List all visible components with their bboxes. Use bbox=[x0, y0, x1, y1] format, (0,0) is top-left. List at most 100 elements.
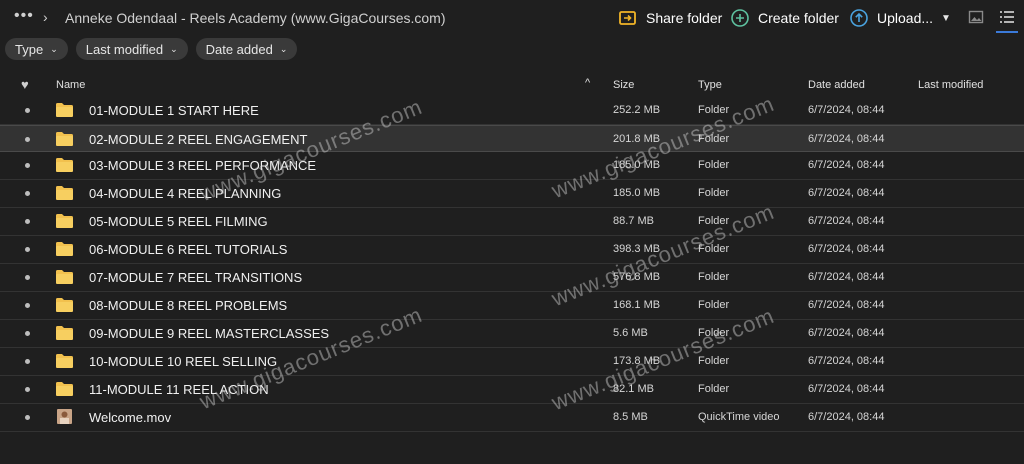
file-date-added: 6/7/2024, 08:44 bbox=[808, 215, 885, 227]
column-date-added[interactable]: Date added bbox=[808, 79, 865, 91]
chevron-down-icon: ⌄ bbox=[170, 43, 178, 54]
row-bullet bbox=[25, 387, 30, 392]
breadcrumb-separator: › bbox=[43, 9, 48, 25]
file-size: 5.6 MB bbox=[613, 327, 648, 339]
file-date-added: 6/7/2024, 08:44 bbox=[808, 327, 885, 339]
chevron-down-icon[interactable]: ▼ bbox=[941, 13, 951, 24]
file-size: 8.5 MB bbox=[613, 411, 648, 423]
upload-button[interactable]: Upload... ▼ bbox=[849, 8, 951, 28]
file-date-added: 6/7/2024, 08:44 bbox=[808, 187, 885, 199]
filter-date-added[interactable]: Date added ⌄ bbox=[195, 38, 298, 60]
row-bullet bbox=[25, 163, 30, 168]
row-bullet bbox=[25, 359, 30, 364]
file-size: 173.8 MB bbox=[613, 355, 661, 367]
table-row[interactable]: 07-MODULE 7 REEL TRANSITIONS 576.8 MB Fo… bbox=[0, 264, 1024, 292]
table-row[interactable]: 06-MODULE 6 REEL TUTORIALS 398.3 MB Fold… bbox=[0, 236, 1024, 264]
filter-last-modified[interactable]: Last modified ⌄ bbox=[75, 38, 188, 60]
file-date-added: 6/7/2024, 08:44 bbox=[808, 355, 885, 367]
column-name[interactable]: Name bbox=[56, 79, 85, 91]
file-type: Folder bbox=[698, 271, 730, 283]
file-name: 09-MODULE 9 REEL MASTERCLASSES bbox=[89, 326, 330, 341]
file-date-added: 6/7/2024, 08:44 bbox=[808, 104, 885, 116]
file-date-added: 6/7/2024, 08:44 bbox=[808, 159, 885, 171]
list-view-icon[interactable] bbox=[998, 9, 1016, 27]
active-view-indicator bbox=[996, 31, 1018, 33]
file-size: 185.0 MB bbox=[613, 159, 661, 171]
file-name: 10-MODULE 10 REEL SELLING bbox=[89, 354, 278, 369]
file-type: Folder bbox=[698, 215, 730, 227]
table-row[interactable]: 11-MODULE 11 REEL ACTION 82.1 MB Folder … bbox=[0, 376, 1024, 404]
share-folder-label: Share folder bbox=[646, 10, 723, 26]
file-size: 398.3 MB bbox=[613, 243, 661, 255]
breadcrumb-current-folder[interactable]: Anneke Odendaal - Reels Academy (www.Gig… bbox=[65, 10, 446, 26]
folder-icon bbox=[56, 186, 73, 200]
column-type[interactable]: Type bbox=[698, 79, 722, 91]
file-name: 04-MODULE 4 REEL PLANNING bbox=[89, 186, 282, 201]
file-name: 05-MODULE 5 REEL FILMING bbox=[89, 214, 268, 229]
file-size: 88.7 MB bbox=[613, 215, 654, 227]
file-name: Welcome.mov bbox=[89, 410, 172, 425]
folder-icon bbox=[56, 242, 73, 256]
file-size: 576.8 MB bbox=[613, 271, 661, 283]
column-header-row: ♥ Name ^ Size Type Date added Last modif… bbox=[0, 74, 1024, 96]
file-name: 07-MODULE 7 REEL TRANSITIONS bbox=[89, 270, 303, 285]
upload-arrow-icon bbox=[849, 8, 869, 28]
video-thumbnail-icon bbox=[57, 409, 72, 424]
table-row[interactable]: 09-MODULE 9 REEL MASTERCLASSES 5.6 MB Fo… bbox=[0, 320, 1024, 348]
file-type: Folder bbox=[698, 355, 730, 367]
file-name: 01-MODULE 1 START HERE bbox=[89, 103, 259, 118]
file-type: Folder bbox=[698, 133, 730, 145]
column-size[interactable]: Size bbox=[613, 79, 634, 91]
file-size: 168.1 MB bbox=[613, 299, 661, 311]
row-bullet bbox=[25, 303, 30, 308]
file-date-added: 6/7/2024, 08:44 bbox=[808, 271, 885, 283]
folder-icon bbox=[56, 382, 73, 396]
folder-icon bbox=[56, 103, 73, 117]
file-name: 03-MODULE 3 REEL PERFORMANCE bbox=[89, 158, 317, 173]
table-row[interactable]: 04-MODULE 4 REEL PLANNING 185.0 MB Folde… bbox=[0, 180, 1024, 208]
file-type: Folder bbox=[698, 243, 730, 255]
chevron-down-icon: ⌄ bbox=[279, 43, 288, 54]
table-row[interactable]: 03-MODULE 3 REEL PERFORMANCE 185.0 MB Fo… bbox=[0, 152, 1024, 180]
folder-icon bbox=[56, 326, 73, 340]
table-row[interactable]: 08-MODULE 8 REEL PROBLEMS 168.1 MB Folde… bbox=[0, 292, 1024, 320]
plus-circle-icon bbox=[730, 8, 750, 28]
file-date-added: 6/7/2024, 08:44 bbox=[808, 133, 885, 145]
folder-icon bbox=[56, 158, 73, 172]
file-name: 02-MODULE 2 REEL ENGAGEMENT bbox=[89, 132, 308, 147]
file-size: 252.2 MB bbox=[613, 104, 661, 116]
row-bullet bbox=[25, 415, 30, 420]
more-options-button[interactable]: ••• bbox=[14, 8, 36, 25]
file-size: 201.8 MB bbox=[613, 133, 661, 145]
file-date-added: 6/7/2024, 08:44 bbox=[808, 243, 885, 255]
folder-icon bbox=[56, 132, 73, 146]
file-size: 185.0 MB bbox=[613, 187, 661, 199]
favorite-column-heart-icon[interactable]: ♥ bbox=[21, 77, 29, 92]
file-name: 06-MODULE 6 REEL TUTORIALS bbox=[89, 242, 288, 257]
table-row[interactable]: 10-MODULE 10 REEL SELLING 173.8 MB Folde… bbox=[0, 348, 1024, 376]
filter-bar: Type ⌄ Last modified ⌄ Date added ⌄ bbox=[5, 38, 298, 60]
file-type: QuickTime video bbox=[698, 411, 780, 423]
table-row[interactable]: 05-MODULE 5 REEL FILMING 88.7 MB Folder … bbox=[0, 208, 1024, 236]
file-date-added: 6/7/2024, 08:44 bbox=[808, 299, 885, 311]
thumbnail-view-icon[interactable] bbox=[968, 9, 986, 27]
column-last-modified[interactable]: Last modified bbox=[918, 79, 983, 91]
table-row-selected[interactable]: 02-MODULE 2 REEL ENGAGEMENT 201.8 MB Fol… bbox=[0, 125, 1024, 152]
table-row[interactable]: Welcome.mov 8.5 MB QuickTime video 6/7/2… bbox=[0, 404, 1024, 432]
folder-icon bbox=[56, 298, 73, 312]
share-folder-button[interactable]: Share folder bbox=[618, 8, 722, 28]
row-bullet bbox=[25, 137, 30, 142]
upload-label: Upload... bbox=[877, 10, 934, 26]
chevron-down-icon: ⌄ bbox=[50, 43, 58, 54]
row-bullet bbox=[25, 191, 30, 196]
file-type: Folder bbox=[698, 104, 730, 116]
filter-type[interactable]: Type ⌄ bbox=[5, 38, 68, 60]
create-folder-label: Create folder bbox=[758, 10, 839, 26]
table-row[interactable]: 01-MODULE 1 START HERE 252.2 MB Folder 6… bbox=[0, 97, 1024, 125]
file-type: Folder bbox=[698, 187, 730, 199]
file-date-added: 6/7/2024, 08:44 bbox=[808, 383, 885, 395]
sort-ascending-icon[interactable]: ^ bbox=[585, 77, 590, 89]
create-folder-button[interactable]: Create folder bbox=[730, 8, 839, 28]
row-bullet bbox=[25, 108, 30, 113]
file-date-added: 6/7/2024, 08:44 bbox=[808, 411, 885, 423]
